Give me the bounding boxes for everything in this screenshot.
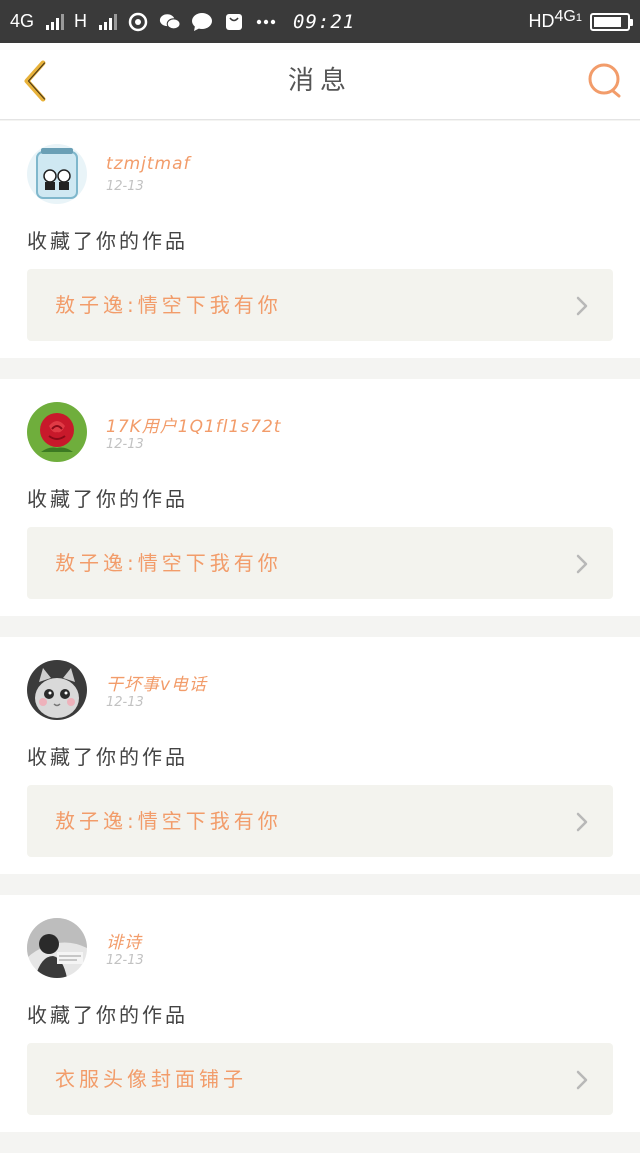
hd-label: HD4G1 — [528, 8, 582, 31]
signal-icon-1 — [46, 13, 65, 30]
work-title: 衣服头像封面铺子 — [55, 1067, 247, 1091]
username[interactable]: 诽诗 — [106, 928, 142, 953]
status-time: 09:21 — [293, 10, 356, 33]
chevron-right-icon — [576, 554, 588, 574]
chevron-right-icon — [576, 296, 588, 316]
nav-bar: 消息 — [0, 43, 640, 120]
shopping-bag-icon — [223, 11, 245, 33]
battery-icon — [590, 12, 633, 31]
work-title: 敖子逸:情空下我有你 — [55, 293, 282, 317]
message-card: tzmjtmaf 12-13 收藏了你的作品 敖子逸:情空下我有你 — [0, 121, 640, 358]
avatar[interactable] — [27, 144, 87, 204]
action-text: 收藏了你的作品 — [27, 745, 188, 769]
message-card: 17K用户1Q1fl1s72t 12-13 收藏了你的作品 敖子逸:情空下我有你 — [0, 379, 640, 616]
status-right: HD4G1 — [528, 8, 633, 32]
chevron-right-icon — [576, 1070, 588, 1090]
message-date: 12-13 — [106, 953, 144, 968]
battery-fill — [594, 16, 622, 27]
message-date: 12-13 — [106, 179, 144, 194]
message-date: 12-13 — [106, 437, 144, 452]
work-title: 敖子逸:情空下我有你 — [55, 551, 282, 575]
username[interactable]: 干坏事v电话 — [106, 670, 207, 695]
more-icon — [255, 11, 277, 33]
action-text: 收藏了你的作品 — [27, 1003, 188, 1027]
work-link[interactable]: 敖子逸:情空下我有你 — [27, 785, 613, 857]
app-notification-icon — [127, 11, 149, 33]
message-card: 诽诗 12-13 收藏了你的作品 衣服头像封面铺子 — [0, 895, 640, 1132]
action-text: 收藏了你的作品 — [27, 229, 188, 253]
avatar[interactable] — [27, 660, 87, 720]
avatar[interactable] — [27, 918, 87, 978]
page-title: 消息 — [287, 66, 352, 96]
message-date: 12-13 — [106, 695, 144, 710]
message-icon — [191, 11, 213, 33]
status-bar: 4G H 09:21 HD4G1 — [0, 0, 640, 43]
chevron-right-icon — [576, 812, 588, 832]
wechat-icon — [159, 11, 181, 33]
message-feed: tzmjtmaf 12-13 收藏了你的作品 敖子逸:情空下我有你 17K用户1… — [0, 121, 640, 1153]
search-icon — [588, 63, 621, 98]
signal-icon-2 — [99, 13, 118, 30]
work-link[interactable]: 敖子逸:情空下我有你 — [27, 527, 613, 599]
work-title: 敖子逸:情空下我有你 — [55, 809, 282, 833]
username[interactable]: tzmjtmaf — [106, 154, 191, 174]
work-link[interactable]: 敖子逸:情空下我有你 — [27, 269, 613, 341]
avatar[interactable] — [27, 402, 87, 462]
network-label-2: H — [74, 11, 88, 31]
status-left: 4G H 09:21 — [10, 11, 529, 33]
action-text: 收藏了你的作品 — [27, 487, 188, 511]
work-link[interactable]: 衣服头像封面铺子 — [27, 1043, 613, 1115]
username[interactable]: 17K用户1Q1fl1s72t — [106, 412, 281, 437]
message-card: 干坏事v电话 12-13 收藏了你的作品 敖子逸:情空下我有你 — [0, 637, 640, 874]
search-button[interactable] — [586, 61, 626, 101]
network-label-1: 4G — [10, 11, 35, 31]
